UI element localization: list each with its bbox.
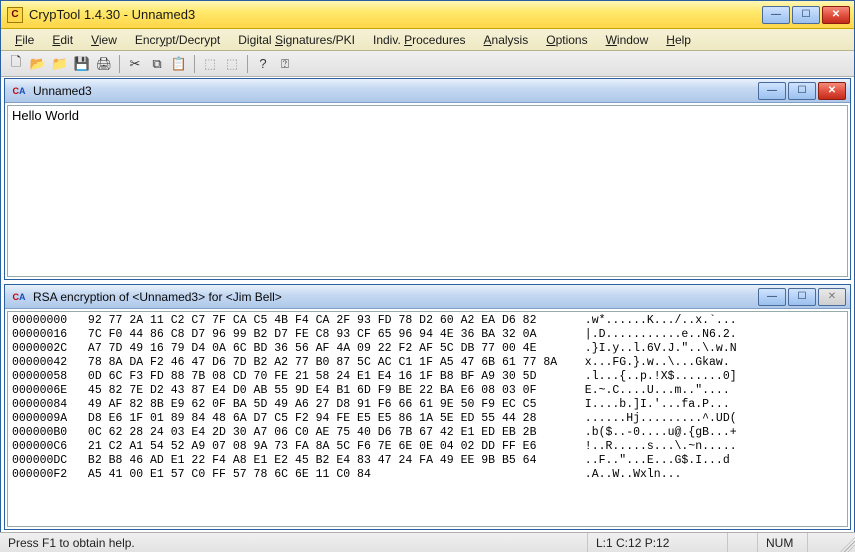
minimize-button[interactable]: — <box>762 6 790 24</box>
child-window-title: Unnamed3 <box>33 84 758 98</box>
hex-view: 00000000 92 77 2A 11 C2 C7 7F CA C5 4B F… <box>12 314 843 482</box>
menu-analysis[interactable]: Analysis <box>476 31 537 49</box>
child-close-button[interactable]: ✕ <box>818 288 846 306</box>
child-window-title: RSA encryption of <Unnamed3> for <Jim Be… <box>33 290 758 304</box>
menu-view[interactable]: View <box>83 31 125 49</box>
save-button[interactable]: 💾 <box>71 53 93 75</box>
menu-edit[interactable]: Edit <box>44 31 81 49</box>
menu-encrypt-decrypt[interactable]: Encrypt/Decrypt <box>127 31 228 49</box>
doc-icon: CA <box>11 83 27 99</box>
child-minimize-button[interactable]: — <box>758 82 786 100</box>
status-num: NUM <box>757 533 807 552</box>
help-button[interactable]: ? <box>252 53 274 75</box>
print-button[interactable]: 🖨 <box>93 53 115 75</box>
editor-text[interactable]: Hello World <box>12 108 79 123</box>
close-button[interactable]: ✕ <box>822 6 850 24</box>
window-title: CrypTool 1.4.30 - Unnamed3 <box>29 7 762 22</box>
status-hint: Press F1 to obtain help. <box>0 533 587 552</box>
child-maximize-button[interactable]: ☐ <box>788 82 816 100</box>
maximize-button[interactable]: ☐ <box>792 6 820 24</box>
menu-options[interactable]: Options <box>538 31 595 49</box>
child-close-button[interactable]: ✕ <box>818 82 846 100</box>
app-icon: C <box>7 7 23 23</box>
menu-indiv-procedures[interactable]: Indiv. Procedures <box>365 31 474 49</box>
toolbar-separator <box>194 55 195 73</box>
titlebar: C CrypTool 1.4.30 - Unnamed3 — ☐ ✕ <box>1 1 854 29</box>
editor-body[interactable]: Hello World <box>7 105 848 277</box>
child-minimize-button[interactable]: — <box>758 288 786 306</box>
link1-button: ⬚ <box>199 53 221 75</box>
statusbar: Press F1 to obtain help. L:1 C:12 P:12 N… <box>0 532 855 552</box>
menu-window[interactable]: Window <box>598 31 657 49</box>
child-titlebar: CA Unnamed3 — ☐ ✕ <box>5 79 850 103</box>
toolbar-separator <box>247 55 248 73</box>
child-maximize-button[interactable]: ☐ <box>788 288 816 306</box>
link2-button: ⬚ <box>221 53 243 75</box>
status-spacer <box>727 533 757 552</box>
child-window-editor: CA Unnamed3 — ☐ ✕ Hello World <box>4 78 851 280</box>
new-button[interactable]: 🗋 <box>5 53 27 75</box>
status-spacer <box>807 533 837 552</box>
copy-button[interactable]: ⧉ <box>146 53 168 75</box>
mdi-client: CA Unnamed3 — ☐ ✕ Hello World CA RSA enc… <box>4 78 851 530</box>
open2-button[interactable]: 📁 <box>49 53 71 75</box>
menu-digital-signatures-pki[interactable]: Digital Signatures/PKI <box>230 31 363 49</box>
menu-help[interactable]: Help <box>658 31 699 49</box>
menu-file[interactable]: File <box>7 31 42 49</box>
whats-this-button[interactable]: ⍰ <box>274 53 296 75</box>
status-position: L:1 C:12 P:12 <box>587 533 727 552</box>
cut-button[interactable]: ✂ <box>124 53 146 75</box>
doc-icon: CA <box>11 289 27 305</box>
hex-body[interactable]: 00000000 92 77 2A 11 C2 C7 7F CA C5 4B F… <box>7 311 848 527</box>
child-window-hex: CA RSA encryption of <Unnamed3> for <Jim… <box>4 284 851 530</box>
child-titlebar: CA RSA encryption of <Unnamed3> for <Jim… <box>5 285 850 309</box>
open-button[interactable]: 📂 <box>27 53 49 75</box>
menubar: FileEditViewEncrypt/DecryptDigital Signa… <box>1 29 854 51</box>
paste-button[interactable]: 📋 <box>168 53 190 75</box>
resize-grip[interactable] <box>837 533 855 552</box>
toolbar: 🗋📂📁💾🖨 ✂⧉📋 ⬚⬚?⍰ <box>1 51 854 77</box>
toolbar-separator <box>119 55 120 73</box>
